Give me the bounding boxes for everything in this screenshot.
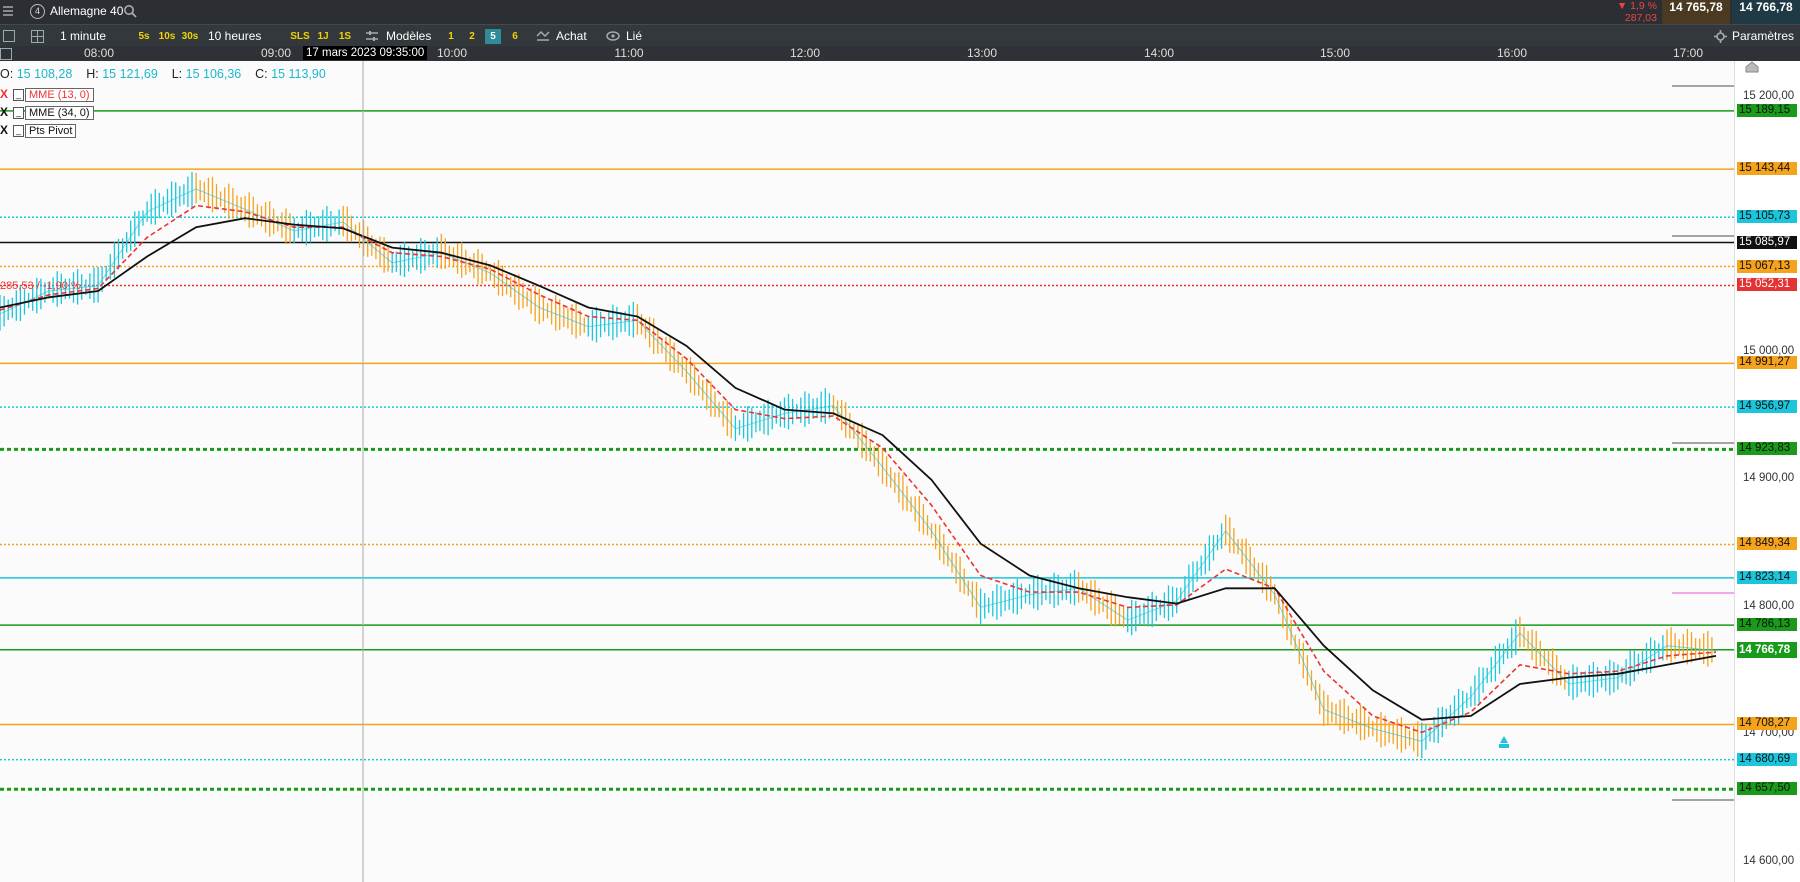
link-icon[interactable] bbox=[606, 30, 620, 42]
daily-change-note: 285,53 / -1,90 % bbox=[0, 280, 81, 292]
level-price-tag: 14 708,27 bbox=[1737, 717, 1797, 731]
level-price-tag: 14 956,97 bbox=[1737, 400, 1797, 414]
top-bar: 4 Allemagne 40 ▼ 1,9 % 287,03 14 765,78 … bbox=[0, 0, 1800, 24]
change-pts: 287,03 bbox=[1624, 12, 1657, 24]
hamburger-icon[interactable] bbox=[3, 6, 13, 17]
time-axis: 08:00 09:00 10:00 11:00 12:00 13:00 14:0… bbox=[0, 46, 1800, 61]
linked-button[interactable]: Lié bbox=[626, 25, 642, 47]
open-label: O: bbox=[0, 67, 14, 81]
models-icon[interactable] bbox=[366, 30, 378, 42]
count-6-button[interactable]: 6 bbox=[507, 29, 523, 44]
legend-item-pivots[interactable]: X _ Pts Pivot bbox=[0, 124, 95, 138]
level-price-tag: 14 849,34 bbox=[1737, 537, 1797, 551]
count-1-button[interactable]: 1 bbox=[443, 29, 459, 44]
axis-label: 14 600,00 bbox=[1743, 855, 1795, 867]
time-tick: 16:00 bbox=[1496, 46, 1528, 60]
legend-label: Pts Pivot bbox=[25, 124, 77, 138]
high-value: 15 121,69 bbox=[102, 67, 158, 81]
legend-item-mme34[interactable]: X _ MME (34, 0) bbox=[0, 106, 95, 120]
mme34-series-line bbox=[0, 217, 1717, 721]
time-axis-icon[interactable] bbox=[0, 48, 12, 60]
close-value: 15 113,90 bbox=[271, 67, 326, 81]
close-icon[interactable]: X bbox=[0, 124, 10, 136]
level-price-tag: 14 766,78 bbox=[1737, 641, 1797, 658]
minimize-icon[interactable]: _ bbox=[13, 125, 24, 137]
change-box: ▼ 1,9 % 287,03 bbox=[1602, 0, 1660, 24]
level-price-tag: 15 085,97 bbox=[1737, 235, 1797, 249]
time-tick: 11:00 bbox=[614, 46, 644, 60]
level-price-tag: 14 786,13 bbox=[1737, 618, 1797, 632]
close-label: C: bbox=[255, 67, 268, 81]
change-pct: ▼ 1,9 % bbox=[1616, 0, 1657, 12]
alert-icon[interactable] bbox=[1499, 736, 1509, 748]
layout-icon[interactable] bbox=[31, 30, 44, 43]
time-tick: 08:00 bbox=[83, 46, 115, 60]
level-price-tag: 14 657,50 bbox=[1737, 782, 1797, 796]
instrument-name[interactable]: Allemagne 40 bbox=[50, 0, 123, 22]
settings-button[interactable]: Paramètres bbox=[1732, 25, 1794, 47]
tick-30s-button[interactable]: 30s bbox=[180, 29, 200, 44]
buy-icon[interactable] bbox=[536, 30, 550, 42]
close-icon[interactable]: X bbox=[0, 88, 10, 100]
chart-toolbar: 1 minute 5s 10s 30s 10 heures SLS 1J 1S … bbox=[0, 24, 1800, 47]
legend-label: MME (34, 0) bbox=[25, 106, 94, 120]
open-value: 15 108,28 bbox=[16, 67, 73, 81]
home-icon[interactable] bbox=[1745, 61, 1759, 73]
instrument-number-badge[interactable]: 4 bbox=[30, 4, 45, 19]
price-chart[interactable] bbox=[0, 61, 1734, 882]
level-price-tag: 14 823,14 bbox=[1737, 570, 1797, 584]
axis-label: 15 200,00 bbox=[1743, 90, 1795, 102]
time-tick: 13:00 bbox=[966, 46, 998, 60]
level-price-tag: 14 923,83 bbox=[1737, 442, 1797, 456]
tick-10s-button[interactable]: 10s bbox=[157, 29, 177, 44]
legend-item-mme13[interactable]: X _ MME (13, 0) bbox=[0, 88, 95, 102]
level-price-tag: 15 052,31 bbox=[1737, 278, 1797, 292]
scale-sls-button[interactable]: SLS bbox=[289, 29, 311, 44]
time-tick: 12:00 bbox=[789, 46, 821, 60]
axis-label: 14 900,00 bbox=[1743, 472, 1795, 484]
time-tick: 17:00 bbox=[1672, 46, 1704, 60]
interval-select[interactable]: 1 minute bbox=[60, 25, 106, 47]
ask-price[interactable]: 14 766,78 bbox=[1732, 0, 1800, 24]
models-button[interactable]: Modèles bbox=[386, 25, 431, 47]
axis-label: 15 000,00 bbox=[1743, 345, 1795, 357]
chart-type-icon[interactable] bbox=[3, 30, 15, 42]
price-series-line bbox=[0, 188, 1717, 742]
axis-label: 14 800,00 bbox=[1743, 600, 1795, 612]
minimize-icon[interactable]: _ bbox=[13, 107, 24, 119]
low-value: 15 106,36 bbox=[185, 67, 242, 81]
mme13-series-line bbox=[0, 204, 1717, 734]
level-price-tag: 15 143,44 bbox=[1737, 162, 1797, 176]
count-2-button[interactable]: 2 bbox=[464, 29, 480, 44]
time-tick: 14:00 bbox=[1143, 46, 1175, 60]
bid-price[interactable]: 14 765,78 bbox=[1662, 0, 1730, 24]
minimize-icon[interactable]: _ bbox=[13, 89, 24, 101]
tick-5s-button[interactable]: 5s bbox=[135, 29, 153, 44]
scale-1j-button[interactable]: 1J bbox=[315, 29, 331, 44]
level-price-tag: 15 189,15 bbox=[1737, 103, 1797, 117]
level-price-tag: 14 991,27 bbox=[1737, 356, 1797, 370]
span-select[interactable]: 10 heures bbox=[208, 25, 261, 47]
time-tick: 10:00 bbox=[436, 46, 468, 60]
scale-1s-button[interactable]: 1S bbox=[337, 29, 353, 44]
gear-icon[interactable] bbox=[1714, 30, 1727, 43]
search-icon[interactable] bbox=[123, 4, 137, 18]
cursor-time-label: 17 mars 2023 09:35:00 bbox=[303, 46, 428, 60]
time-tick: 09:00 bbox=[260, 46, 292, 60]
high-label: H: bbox=[86, 67, 99, 81]
legend-label: MME (13, 0) bbox=[25, 88, 94, 102]
ohlc-readout: O: 15 108,28 H: 15 121,69 L: 15 106,36 C… bbox=[0, 67, 326, 83]
low-label: L: bbox=[171, 67, 183, 81]
close-icon[interactable]: X bbox=[0, 106, 10, 118]
grey-marker-lines bbox=[1672, 85, 1734, 801]
buy-button[interactable]: Achat bbox=[556, 25, 587, 47]
count-5-button[interactable]: 5 bbox=[485, 29, 501, 44]
level-price-tag: 15 067,13 bbox=[1737, 259, 1797, 273]
time-tick: 15:00 bbox=[1319, 46, 1351, 60]
level-price-tag: 14 680,69 bbox=[1737, 752, 1797, 766]
level-price-tag: 15 105,73 bbox=[1737, 210, 1797, 224]
